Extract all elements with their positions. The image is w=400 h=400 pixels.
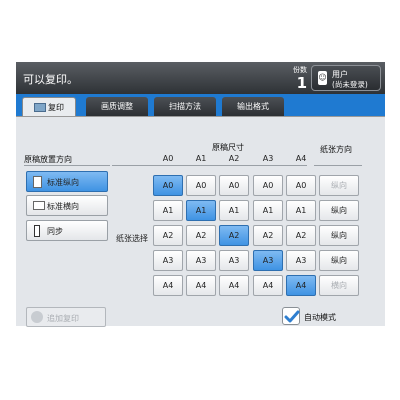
copies-counter: 份数 1 bbox=[283, 65, 307, 91]
size-column-header: A1 bbox=[195, 154, 207, 163]
size-cell[interactable]: A4 bbox=[219, 275, 249, 296]
size-cell[interactable]: A2 bbox=[153, 225, 183, 246]
paper-direction-button[interactable]: 纵向 bbox=[319, 225, 359, 246]
divider bbox=[112, 165, 307, 166]
size-column-header: A4 bbox=[295, 154, 307, 163]
orientation-sync-label: 同步 bbox=[47, 227, 63, 236]
add-copy-icon bbox=[31, 311, 43, 323]
size-cell[interactable]: A1 bbox=[186, 200, 216, 221]
size-column-header: A2 bbox=[228, 154, 240, 163]
orientation-sync-button[interactable]: 同步 bbox=[26, 220, 108, 241]
copier-screen: 可以复印。 份数 1 ☺ 用户 (尚未登录) 复印 画质调整 扫描方法 输出格式… bbox=[16, 62, 385, 327]
tab-scan-method[interactable]: 扫描方法 bbox=[154, 97, 216, 116]
tab-scan-method-label: 扫描方法 bbox=[169, 102, 201, 111]
add-copy-label: 追加复印 bbox=[47, 314, 79, 323]
paper-select-label: 纸张选择 bbox=[116, 234, 148, 243]
size-column-header: A3 bbox=[262, 154, 274, 163]
size-cell[interactable]: A3 bbox=[219, 250, 249, 271]
size-cell[interactable]: A0 bbox=[286, 175, 316, 196]
original-size-title: 原稿尺寸 bbox=[212, 143, 244, 152]
size-cell[interactable]: A2 bbox=[286, 225, 316, 246]
size-cell[interactable]: A3 bbox=[186, 250, 216, 271]
tab-copy-label: 复印 bbox=[48, 103, 64, 112]
size-cell[interactable]: A4 bbox=[153, 275, 183, 296]
paper-direction-button[interactable]: 纵向 bbox=[319, 250, 359, 271]
auto-mode-toggle[interactable]: 自动模式 bbox=[282, 307, 352, 327]
size-cell[interactable]: A1 bbox=[286, 200, 316, 221]
copy-icon bbox=[34, 103, 46, 112]
size-column-header: A0 bbox=[162, 154, 174, 163]
auto-mode-label: 自动模式 bbox=[304, 313, 336, 322]
paper-direction-button[interactable]: 横向 bbox=[319, 275, 359, 296]
paper-direction-button[interactable]: 纵向 bbox=[319, 175, 359, 196]
landscape-page-icon bbox=[33, 201, 45, 210]
paper-direction-title: 纸张方向 bbox=[320, 145, 352, 154]
size-cell[interactable]: A3 bbox=[253, 250, 283, 271]
tab-output-format-label: 输出格式 bbox=[237, 102, 269, 111]
size-cell[interactable]: A0 bbox=[219, 175, 249, 196]
size-cell[interactable]: A0 bbox=[153, 175, 183, 196]
tab-bar: 复印 画质调整 扫描方法 输出格式 bbox=[16, 94, 385, 116]
user-login-button[interactable]: ☺ 用户 (尚未登录) bbox=[311, 65, 381, 91]
portrait-page-icon bbox=[33, 176, 42, 188]
divider bbox=[314, 165, 362, 166]
size-cell[interactable]: A2 bbox=[186, 225, 216, 246]
size-cell[interactable]: A2 bbox=[219, 225, 249, 246]
copy-settings-panel: 原稿放置方向 标准纵向 标准横向 同步 原稿尺寸 A0 A1 A2 A3 A4 纸张选择… bbox=[16, 116, 385, 327]
add-copy-button[interactable]: 追加复印 bbox=[26, 307, 106, 327]
size-cell[interactable]: A3 bbox=[153, 250, 183, 271]
tab-image-quality-label: 画质调整 bbox=[101, 102, 133, 111]
user-icon: ☺ bbox=[318, 71, 327, 85]
size-cell[interactable]: A1 bbox=[253, 200, 283, 221]
status-message: 可以复印。 bbox=[23, 73, 78, 86]
tab-output-format[interactable]: 输出格式 bbox=[222, 97, 284, 116]
size-cell[interactable]: A4 bbox=[286, 275, 316, 296]
user-status: (尚未登录) bbox=[332, 80, 368, 89]
orientation-title: 原稿放置方向 bbox=[24, 155, 72, 164]
size-cell[interactable]: A4 bbox=[253, 275, 283, 296]
status-bar: 可以复印。 份数 1 ☺ 用户 (尚未登录) bbox=[16, 62, 385, 94]
tab-copy[interactable]: 复印 bbox=[22, 97, 76, 116]
size-cell[interactable]: A1 bbox=[219, 200, 249, 221]
orientation-landscape-button[interactable]: 标准横向 bbox=[26, 195, 108, 216]
copies-value: 1 bbox=[296, 74, 307, 92]
sync-icon bbox=[34, 225, 40, 237]
size-cell[interactable]: A1 bbox=[153, 200, 183, 221]
orientation-portrait-label: 标准纵向 bbox=[47, 178, 79, 187]
orientation-landscape-label: 标准横向 bbox=[47, 202, 79, 211]
paper-direction-button[interactable]: 纵向 bbox=[319, 200, 359, 221]
size-cell[interactable]: A2 bbox=[253, 225, 283, 246]
divider bbox=[24, 165, 110, 166]
size-cell[interactable]: A4 bbox=[186, 275, 216, 296]
size-cell[interactable]: A0 bbox=[253, 175, 283, 196]
checkmark-icon bbox=[282, 307, 300, 325]
orientation-portrait-button[interactable]: 标准纵向 bbox=[26, 171, 108, 192]
size-cell[interactable]: A3 bbox=[286, 250, 316, 271]
tab-image-quality[interactable]: 画质调整 bbox=[86, 97, 148, 116]
size-cell[interactable]: A0 bbox=[186, 175, 216, 196]
